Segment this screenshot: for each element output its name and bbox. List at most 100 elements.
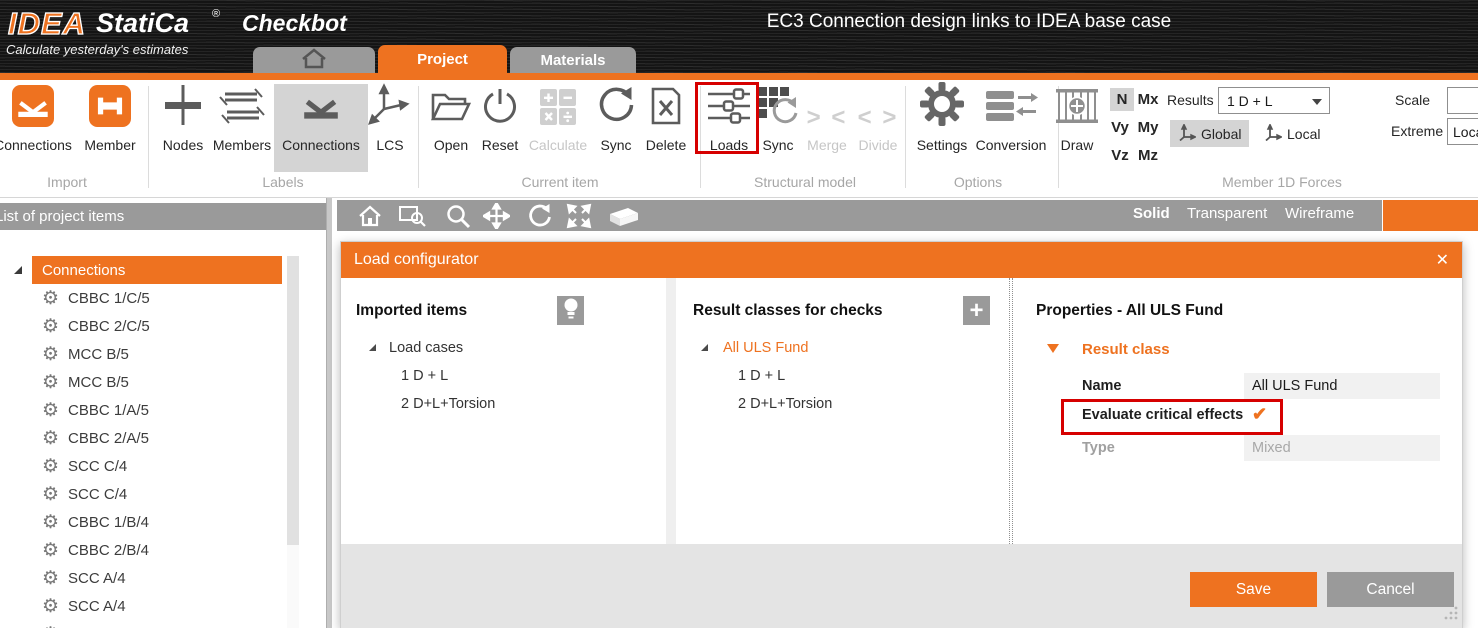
force-component-n[interactable]: N (1110, 88, 1134, 111)
zoom-icon[interactable] (445, 203, 471, 234)
gear-icon: ⚙ (42, 541, 59, 560)
save-button[interactable]: Save (1190, 572, 1317, 607)
connections-import-icon (12, 85, 54, 132)
sync-current-button[interactable]: Sync (592, 84, 640, 154)
tab-project-label: Project (417, 51, 468, 68)
tree-item[interactable]: ⚙CBBC 2/B/4 (42, 536, 149, 564)
load-case-item[interactable]: 1 D + L (401, 368, 448, 384)
member-import-icon (89, 85, 131, 132)
global-toggle[interactable]: Global (1170, 120, 1249, 147)
ribbon-accent-strip (0, 73, 1478, 80)
result-class-root[interactable]: All ULS Fund (723, 340, 808, 356)
hint-button[interactable] (557, 296, 584, 325)
tab-project[interactable]: Project (378, 45, 507, 73)
solid-box-icon[interactable] (608, 206, 640, 233)
extreme-dropdown[interactable]: Local (1447, 118, 1478, 145)
cancel-button[interactable]: Cancel (1327, 572, 1454, 607)
display-mode-wireframe[interactable]: Wireframe (1285, 205, 1354, 222)
tree-item[interactable]: ⚙SCC C/4 (42, 452, 127, 480)
panel-splitter[interactable] (326, 198, 332, 628)
load-configurator-dialog: Load configurator ✕ Imported items Load … (340, 241, 1463, 628)
tree-item[interactable]: ⚙MCC B/5 (42, 368, 129, 396)
add-result-class-button[interactable]: + (963, 296, 990, 325)
gear-icon (919, 81, 965, 132)
type-field: Mixed (1244, 435, 1440, 461)
sync-model-button[interactable]: Sync (755, 84, 801, 154)
resize-grip[interactable] (1443, 605, 1458, 625)
loads-highlight-box (695, 82, 759, 154)
tree-item[interactable]: ⚙CBBC 1/B/4 (42, 508, 149, 536)
tree-item[interactable]: ⚙CBBC 2/C/5 (42, 312, 150, 340)
tree-item[interactable]: ⚙MCC B/5 (42, 340, 129, 368)
load-case-item[interactable]: 2 D+L+Torsion (401, 396, 495, 412)
import-member-button[interactable]: Member (75, 84, 145, 154)
name-field[interactable]: All ULS Fund (1244, 373, 1440, 399)
labels-lcs-button[interactable]: LCS (367, 84, 413, 154)
dialog-title-bar[interactable]: Load configurator ✕ (341, 242, 1462, 278)
local-toggle[interactable]: Local (1256, 120, 1328, 147)
rotate-icon[interactable] (528, 203, 553, 234)
group-label-labels: Labels (183, 174, 383, 190)
pan-icon[interactable] (483, 203, 510, 234)
calculate-icon (538, 87, 578, 132)
tree-item[interactable]: ⚙SCC A/4 (42, 564, 126, 592)
force-component-mz[interactable]: Mz (1136, 144, 1160, 167)
force-component-vy[interactable]: Vy (1108, 116, 1132, 139)
gear-icon: ⚙ (42, 485, 59, 504)
zoom-window-icon[interactable] (398, 203, 427, 234)
section-collapse-icon[interactable] (1047, 344, 1059, 353)
group-label-options: Options (878, 174, 1078, 190)
group-label-import: Import (0, 174, 167, 190)
reset-power-icon (480, 86, 520, 132)
dialog-footer: Save Cancel (341, 544, 1462, 628)
result-class-item[interactable]: 2 D+L+Torsion (738, 396, 832, 412)
tab-home[interactable] (253, 47, 375, 73)
tree-expander-icon[interactable] (14, 266, 22, 274)
gear-icon: ⚙ (42, 373, 59, 392)
tree-expander-icon[interactable] (369, 344, 376, 351)
column-gap (666, 278, 676, 544)
tree-item-partial[interactable]: ⚙ (42, 620, 59, 628)
draw-button[interactable]: Draw (1052, 84, 1102, 154)
force-component-vz[interactable]: Vz (1108, 144, 1132, 167)
delete-button[interactable]: Delete (637, 84, 695, 154)
tree-item[interactable]: ⚙CBBC 1/C/5 (42, 284, 150, 312)
tree-item[interactable]: ⚙SCC C/4 (42, 480, 127, 508)
checkbox-checked-icon[interactable]: ✔ (1252, 404, 1267, 425)
evaluate-critical-effects-label: Evaluate critical effects (1082, 407, 1243, 423)
scale-input[interactable] (1447, 87, 1478, 114)
close-icon[interactable]: ✕ (1436, 250, 1449, 270)
display-mode-transparent[interactable]: Transparent (1187, 205, 1267, 222)
load-cases-root[interactable]: Load cases (389, 340, 463, 356)
tree-expander-icon[interactable] (701, 344, 708, 351)
result-class-item[interactable]: 1 D + L (738, 368, 785, 384)
force-component-mx[interactable]: Mx (1136, 88, 1160, 111)
results-dropdown[interactable]: 1 D + L (1218, 87, 1330, 114)
tree-item[interactable]: ⚙CBBC 2/A/5 (42, 424, 149, 452)
gear-icon: ⚙ (42, 513, 59, 532)
import-connections-button[interactable]: Connections (0, 84, 76, 154)
gear-icon: ⚙ (42, 401, 59, 420)
local-axes-icon (1264, 124, 1282, 144)
right-panel-header (1383, 200, 1478, 231)
labels-connections-toggle[interactable]: Connections (274, 84, 368, 172)
force-component-my[interactable]: My (1136, 116, 1160, 139)
tree-root-connections[interactable]: Connections (32, 256, 282, 284)
scrollbar-thumb[interactable] (287, 256, 299, 545)
labels-nodes-button[interactable]: Nodes (152, 84, 214, 154)
result-classes-heading: Result classes for checks (693, 302, 883, 320)
conversion-button[interactable]: Conversion (968, 84, 1054, 154)
settings-button[interactable]: Settings (910, 84, 974, 154)
display-mode-solid[interactable]: Solid (1133, 205, 1170, 222)
tree-item[interactable]: ⚙CBBC 1/A/5 (42, 396, 149, 424)
gear-icon: ⚙ (42, 569, 59, 588)
tree-item[interactable]: ⚙SCC A/4 (42, 592, 126, 620)
draw-diagram-icon (1054, 85, 1100, 132)
reset-button[interactable]: Reset (474, 84, 526, 154)
zoom-extents-icon[interactable] (566, 203, 592, 234)
labels-members-button[interactable]: Members (206, 84, 278, 154)
viewport-home-icon[interactable] (357, 203, 383, 234)
open-button[interactable]: Open (425, 84, 477, 154)
tab-materials[interactable]: Materials (510, 47, 636, 73)
scrollbar-track[interactable] (287, 256, 299, 628)
